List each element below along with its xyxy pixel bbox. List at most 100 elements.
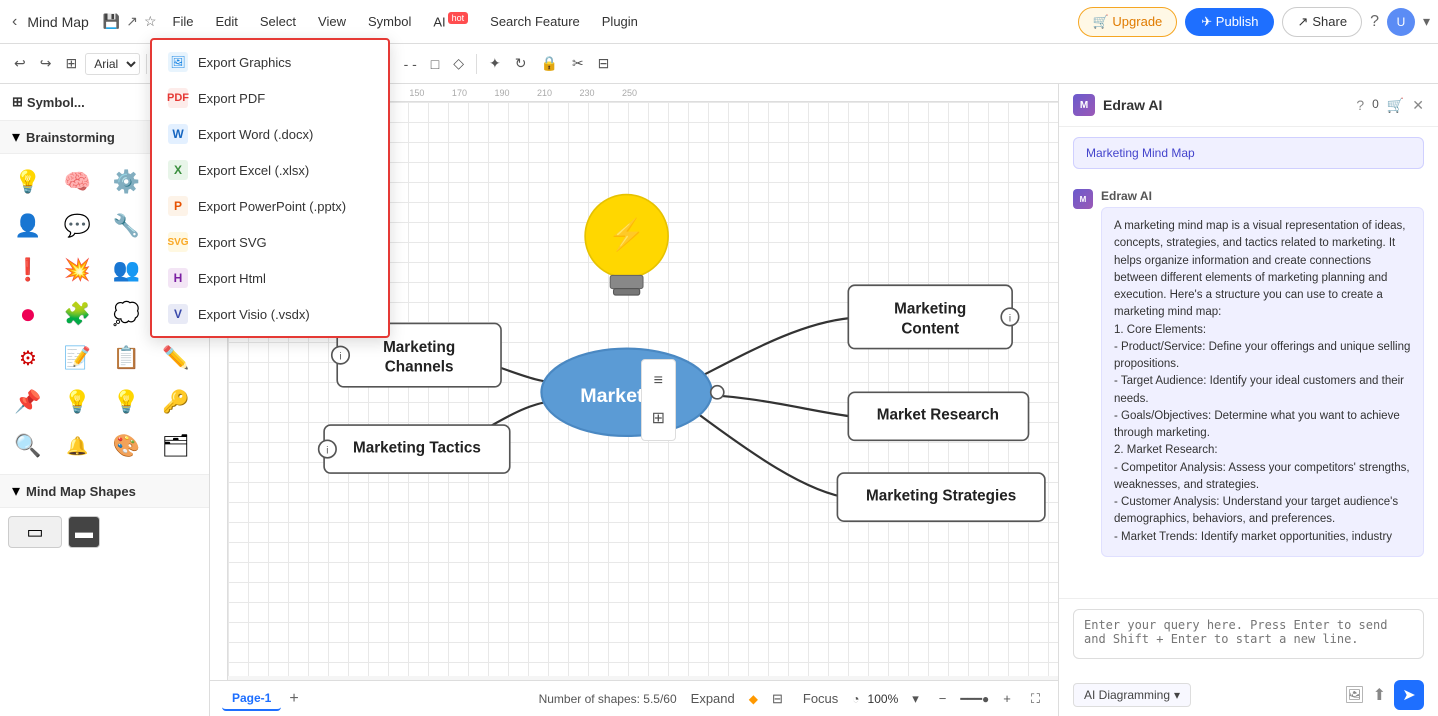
shape-puzzle[interactable]: 🧩 [57,294,97,334]
channels-info-text: i [339,352,341,363]
refresh-button[interactable]: ↻ [509,51,533,76]
share-icon-button[interactable]: ↗ [126,13,138,30]
shape-dot[interactable]: ● [8,294,48,334]
ai-cart-button[interactable]: 🛒 [1387,97,1404,114]
ai-image-button[interactable]: 🖼 [1344,680,1364,710]
help-button[interactable]: ? [1370,13,1379,31]
shape-bell[interactable]: 🔔 [57,426,97,466]
export-ppt-item[interactable]: P Export PowerPoint (.pptx) [152,188,388,224]
font-selector[interactable]: Arial [85,53,140,75]
mindmap-title: Mind Map Shapes [26,484,136,499]
shape-chat[interactable]: 💬 [57,206,97,246]
shape-cog2[interactable]: ⚙ [8,338,48,378]
shape-lines[interactable]: 📋 [107,338,147,378]
menu-search[interactable]: Search Feature [480,9,590,33]
shape-key[interactable]: 🔑 [156,382,196,422]
redo-button[interactable]: ↪ [34,51,58,76]
export-pdf-item[interactable]: PDF Export PDF [152,80,388,116]
shape-burst[interactable]: 💥 [57,250,97,290]
menu-symbol[interactable]: Symbol [358,9,421,33]
menu-edit[interactable]: Edit [205,9,247,33]
zoom-in-button[interactable]: + [997,689,1017,708]
shape-palette[interactable]: 🎨 [107,426,147,466]
add-page-button[interactable]: + [289,690,298,708]
lock-button[interactable]: 🔒 [535,51,564,76]
section2-collapse-icon: ▾ [12,481,20,501]
menu-file[interactable]: File [163,9,204,33]
publish-button[interactable]: ✈ Publish [1185,8,1274,36]
ai-suggestion-chip[interactable]: Marketing Mind Map [1073,137,1424,169]
shape-button[interactable]: □ [425,52,445,76]
shape-brain[interactable]: 🧠 [57,162,97,202]
shape-folder[interactable]: 🗂 [156,426,196,466]
shape2-button[interactable]: ◇ [447,51,470,76]
ai-send-button[interactable]: ➤ [1394,680,1424,710]
dash-button[interactable]: - - [398,52,423,76]
focus-button[interactable]: Focus [797,689,844,708]
bottom-right-controls: Number of shapes: 5.5/60 Expand ◆ ⊟ Focu… [539,689,1046,709]
back-button[interactable]: ‹ [8,9,21,35]
ai-export-button[interactable]: ⬆ [1373,680,1386,710]
shape-group[interactable]: 👥 [107,250,147,290]
shape-exclaim[interactable]: ❗ [8,250,48,290]
zoom-down-icon[interactable]: ▾ [906,689,925,709]
mindmap-section-header[interactable]: ▾ Mind Map Shapes [0,474,209,508]
properties-tool[interactable]: ≡ [646,366,671,396]
export-visio-item[interactable]: V Export Visio (.vsdx) [152,296,388,332]
mindmap-shape-2[interactable]: ▬ [68,516,100,548]
top-bar-left: ‹ Mind Map 💾 ↗ ☆ File Edit Select View S… [8,9,1074,35]
export-excel-item[interactable]: X Export Excel (.xlsx) [152,152,388,188]
hot-badge: hot [448,12,469,24]
menu-plugin[interactable]: Plugin [592,9,648,33]
shape-pin[interactable]: 📌 [8,382,48,422]
menu-view[interactable]: View [308,9,356,33]
format-button[interactable]: ⊞ [59,51,83,76]
shape-thought[interactable]: 💭 [107,294,147,334]
layers-bottom-btn[interactable]: ⊟ [766,689,789,709]
zoom-out-button[interactable]: − [933,689,953,708]
shape-lightbulb[interactable]: 💡 [8,162,48,202]
export-graphics-label: Export Graphics [198,55,291,70]
ai-message-logo: M [1073,189,1093,209]
ai-header-icons: ? 0 🛒 ✕ [1356,97,1424,114]
menu-select[interactable]: Select [250,9,306,33]
sparkle-button[interactable]: ✦ [483,51,507,76]
export-graphics-item[interactable]: 🖼 Export Graphics [152,44,388,80]
ai-mode-button[interactable]: AI Diagramming ▾ [1073,683,1191,707]
undo-button[interactable]: ↩ [8,51,32,76]
shape-lightbulb3[interactable]: 💡 [107,382,147,422]
save-icon-button[interactable]: 💾 [103,13,120,30]
grid-button[interactable]: ⊟ [592,51,616,76]
export-html-item[interactable]: H Export Html [152,260,388,296]
user-avatar[interactable]: U [1387,8,1415,36]
shape-wrench[interactable]: 🔧 [107,206,147,246]
page-1-tab[interactable]: Page-1 [222,687,281,711]
shape-notepad[interactable]: 📝 [57,338,97,378]
ai-input-field[interactable] [1073,609,1424,659]
shape-person[interactable]: 👤 [8,206,48,246]
shape-magnify[interactable]: 🔍 [8,426,48,466]
share-button[interactable]: ↗ Share [1282,7,1362,37]
shape-gear[interactable]: ⚙️ [107,162,147,202]
shapes-icon: ⊞ [12,94,23,110]
export-svg-item[interactable]: SVG Export SVG [152,224,388,260]
star-icon-button[interactable]: ☆ [144,13,157,30]
cut-button[interactable]: ✂ [566,51,590,76]
upgrade-button[interactable]: 🛒 Upgrade [1078,7,1178,37]
mindmap-shape-1[interactable]: ▭ [8,516,62,548]
shape-pencil[interactable]: ✏️ [156,338,196,378]
ai-close-button[interactable]: ✕ [1412,97,1424,114]
layers-tool[interactable]: ⊞ [646,402,671,434]
menu-items: File Edit Select View Symbol AIhot Searc… [163,9,648,33]
ai-count-badge: 0 [1372,97,1379,114]
fullscreen-button[interactable]: ⛶ [1025,689,1046,709]
brainstorming-title: Brainstorming [26,130,115,145]
shape-lightbulb2[interactable]: 💡 [57,382,97,422]
export-word-item[interactable]: W Export Word (.docx) [152,116,388,152]
export-svg-label: Export SVG [198,235,267,250]
menu-ai[interactable]: AIhot [423,9,478,33]
ai-help-button[interactable]: ? [1356,97,1364,114]
avatar-chevron[interactable]: ▾ [1423,13,1430,30]
top-bar-right: 🛒 Upgrade ✈ Publish ↗ Share ? U ▾ [1078,7,1430,37]
expand-button[interactable]: Expand [685,689,741,708]
